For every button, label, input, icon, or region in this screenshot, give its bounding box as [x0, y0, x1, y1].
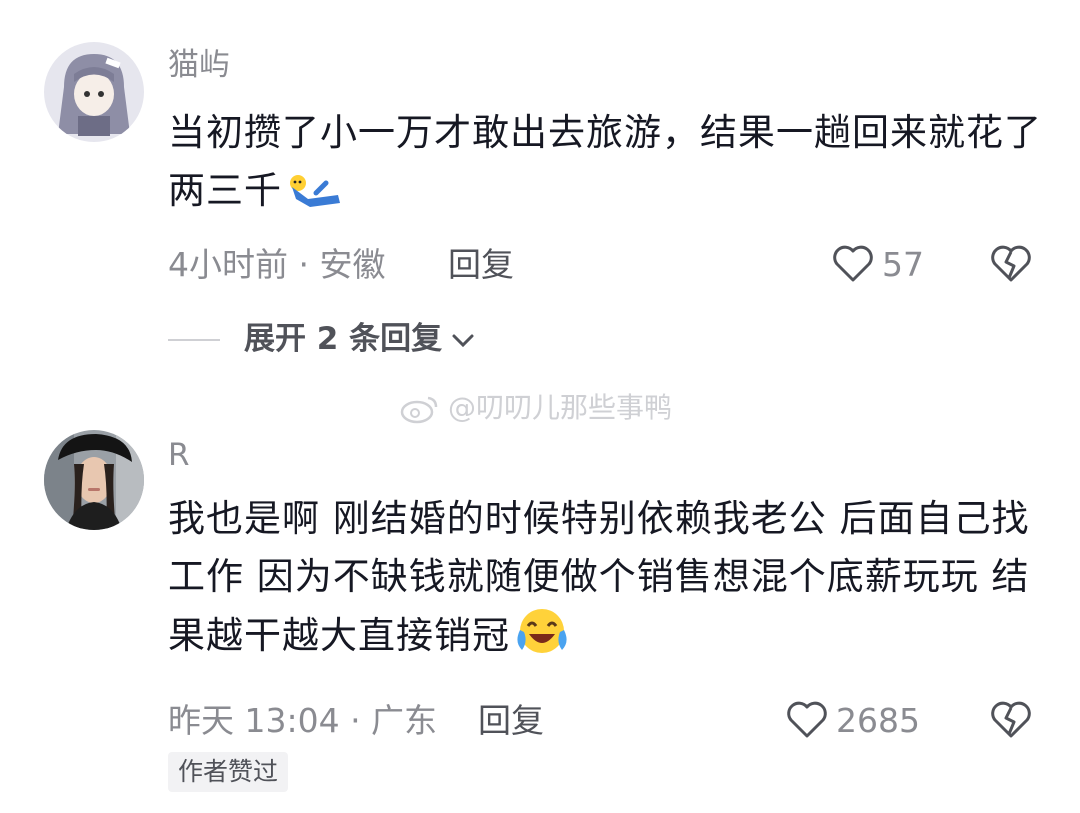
weibo-logo-icon [400, 396, 438, 424]
like-count: 2685 [836, 700, 920, 740]
like-button[interactable]: 2685 [786, 700, 920, 740]
divider-line [168, 338, 220, 341]
heart-icon [787, 701, 827, 738]
timestamp-location: 4小时前 · 安徽 [168, 245, 386, 284]
avatar[interactable] [44, 430, 144, 530]
comment-text: 当初攒了小一万才敢出去旅游，结果一趟回来就花了两三千 [168, 104, 1048, 228]
timestamp-location: 昨天 13:04 · 广东 [168, 701, 438, 740]
like-count: 57 [882, 244, 924, 284]
dislike-button[interactable] [990, 700, 1032, 744]
watermark-text: @叨叨儿那些事鸭 [448, 391, 673, 424]
heart-icon [833, 245, 873, 282]
expand-replies-label: 展开 2 条回复 [244, 321, 443, 357]
expand-replies-button[interactable]: 展开 2 条回复 [168, 324, 478, 355]
username[interactable]: R [168, 440, 190, 471]
reply-button[interactable]: 回复 [478, 704, 544, 737]
broken-heart-icon [991, 245, 1031, 282]
avatar[interactable] [44, 42, 144, 142]
like-button[interactable]: 57 [832, 244, 924, 284]
watermark: @叨叨儿那些事鸭 [400, 392, 672, 424]
reply-button[interactable]: 回复 [448, 248, 514, 281]
lying-down-emoji-icon [286, 170, 344, 228]
username[interactable]: 猫屿 [168, 50, 230, 81]
chevron-down-icon [452, 334, 474, 347]
dislike-button[interactable] [990, 244, 1032, 288]
broken-heart-icon [991, 701, 1031, 738]
comment-text: 我也是啊 刚结婚的时候特别依赖我老公 后面自己找工作 因为不缺钱就随便做个销售想… [168, 490, 1048, 673]
author-liked-badge: 作者赞过 [168, 752, 289, 792]
crying-laughing-emoji-icon [514, 606, 570, 673]
